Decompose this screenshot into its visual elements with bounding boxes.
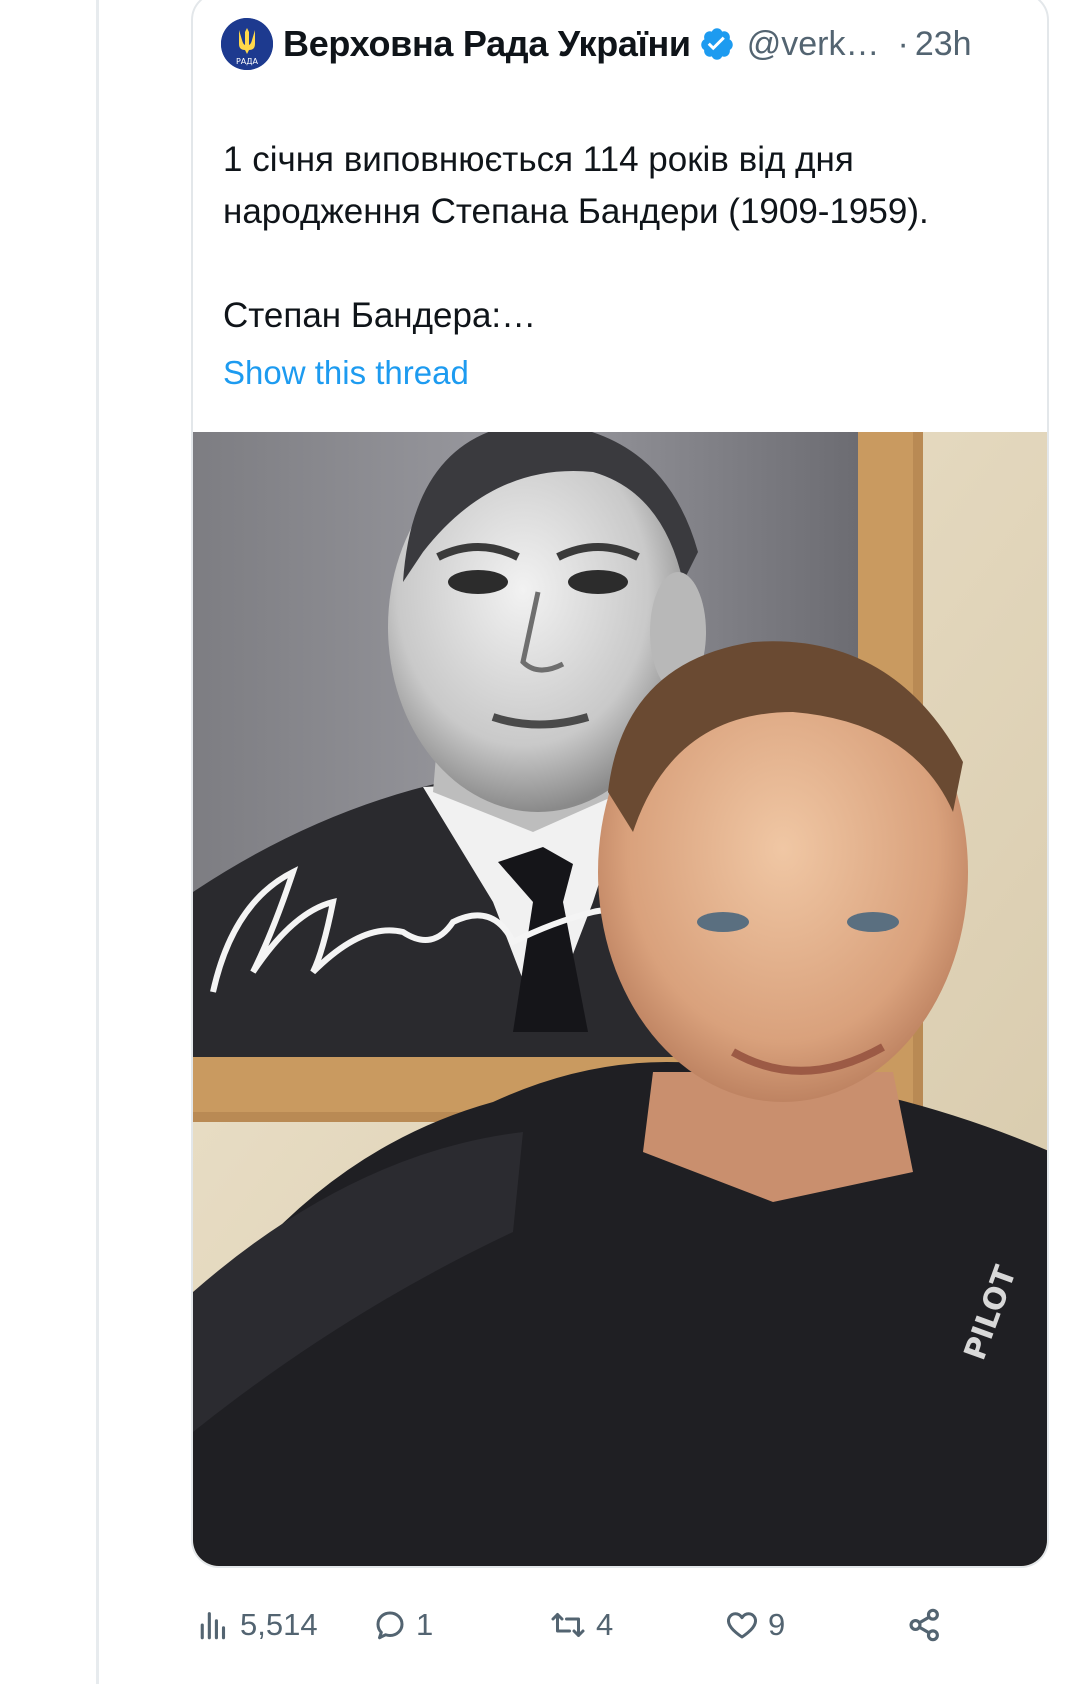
share-button[interactable]: [906, 1590, 944, 1660]
author-name[interactable]: Верховна Рада України: [283, 23, 691, 65]
retweet-icon: [551, 1613, 585, 1637]
quoted-tweet-card[interactable]: РАДА Верховна Рада України @verk… · 23h …: [191, 0, 1049, 1568]
tweet-text-line1: 1 січня виповнюється 114 років від дня н…: [223, 140, 929, 231]
tweet-page: РАДА Верховна Рада України @verk… · 23h …: [0, 0, 1079, 1684]
show-thread-link[interactable]: Show this thread: [223, 354, 469, 392]
share-icon: [909, 1608, 939, 1642]
photo-image: PILOT: [193, 432, 1047, 1566]
retweet-count: 4: [596, 1607, 614, 1642]
like-button[interactable]: 9: [724, 1590, 785, 1660]
avatar-text: РАДА: [236, 57, 259, 66]
separator-dot: ·: [897, 24, 909, 63]
tweet-actions-bar: 5,514 1 4 9: [0, 1590, 1079, 1660]
tweet-header: РАДА Верховна Рада України @verk… · 23h: [221, 16, 1041, 72]
views-count: 5,514: [240, 1607, 318, 1642]
tweet-text: 1 січня виповнюється 114 років від дня н…: [223, 82, 1023, 342]
views-icon: [200, 1612, 226, 1640]
retweet-button[interactable]: 4: [548, 1590, 613, 1660]
tweet-text-line2: Степан Бандера:…: [223, 296, 537, 335]
author-handle[interactable]: @verk…: [747, 25, 880, 64]
tweet-photo[interactable]: PILOT: [193, 432, 1047, 1566]
reply-count: 1: [416, 1607, 434, 1642]
trident-logo-icon: РАДА: [221, 18, 273, 70]
verified-badge-icon: [700, 28, 733, 60]
avatar[interactable]: РАДА: [221, 18, 273, 70]
thread-line: [96, 0, 99, 1684]
ukraine-flag-icon: [223, 92, 269, 122]
like-count: 9: [768, 1607, 786, 1642]
tweet-time[interactable]: 23h: [915, 25, 972, 64]
heart-icon: [727, 1612, 757, 1639]
reply-button[interactable]: 1: [372, 1590, 433, 1660]
views-button[interactable]: 5,514: [198, 1590, 318, 1660]
reply-icon: [376, 1611, 404, 1640]
